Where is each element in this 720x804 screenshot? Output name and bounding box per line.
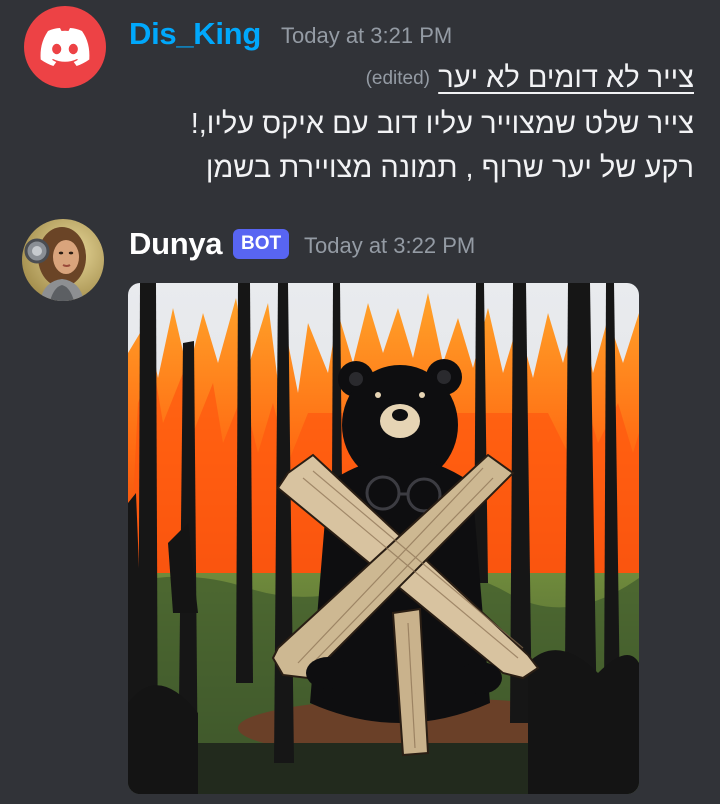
avatar[interactable]	[24, 6, 106, 88]
message-line: צייר לא דומים לא יער	[438, 62, 694, 94]
avatar[interactable]	[22, 219, 104, 301]
username[interactable]: Dunya	[129, 226, 223, 262]
timestamp[interactable]: Today at 3:21 PM	[281, 23, 452, 49]
discord-logo-icon	[40, 28, 90, 66]
image-attachment[interactable]	[128, 283, 639, 794]
bear-with-x-burning-forest-painting	[128, 283, 639, 794]
message-line: רקע של יער שרוף , תמונה מצויירת בשמן	[205, 152, 694, 184]
username[interactable]: Dis_King	[129, 16, 261, 52]
edited-label: (edited)	[365, 68, 430, 89]
bot-badge: BOT	[233, 229, 290, 259]
woman-portrait-icon	[22, 219, 104, 301]
message-line: צייר שלט שמצוייר עליו דוב עם איקס עליו,!	[190, 108, 694, 140]
timestamp[interactable]: Today at 3:22 PM	[304, 233, 475, 259]
